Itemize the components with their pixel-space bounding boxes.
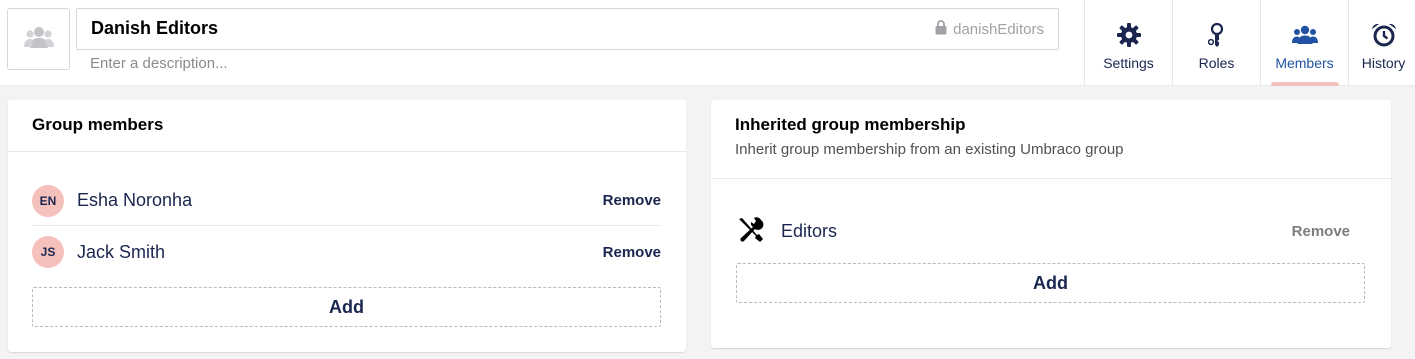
group-name-input[interactable]: Danish Editors danishEditors — [76, 8, 1059, 50]
remove-group-button[interactable]: Remove — [1292, 223, 1350, 240]
description-input[interactable]: Enter a description... — [90, 55, 228, 72]
tab-roles[interactable]: Roles — [1172, 0, 1260, 86]
alarm-clock-icon — [1371, 20, 1397, 50]
group-members-header: Group members — [8, 100, 686, 152]
gear-icon — [1116, 20, 1142, 50]
tab-history[interactable]: History — [1348, 0, 1415, 86]
users-icon — [1291, 20, 1318, 50]
member-name: Jack Smith — [77, 241, 166, 262]
remove-member-button[interactable]: Remove — [603, 244, 661, 261]
remove-member-button[interactable]: Remove — [603, 192, 661, 209]
group-members-title: Group members — [32, 115, 164, 134]
avatar: EN — [32, 184, 64, 217]
list-item: Editors Remove — [736, 215, 1350, 247]
group-avatar[interactable] — [7, 8, 70, 70]
inherited-membership-panel: Inherited group membership Inherit group… — [711, 100, 1391, 348]
member-name: Esha Noronha — [77, 190, 193, 210]
group-members-panel: Group members EN Esha Noronha Remove JS … — [8, 100, 686, 352]
tab-members-label: Members — [1275, 55, 1334, 71]
avatar: JS — [32, 236, 64, 268]
tab-settings[interactable]: Settings — [1084, 0, 1172, 86]
tools-icon — [736, 216, 764, 247]
list-item: EN Esha Noronha Remove — [32, 176, 661, 226]
list-item: JS Jack Smith Remove — [32, 227, 661, 277]
inherited-membership-subtitle: Inherit group membership from an existin… — [735, 141, 1124, 158]
editor-header: Danish Editors danishEditors Enter a des… — [0, 0, 1415, 86]
add-member-button[interactable]: Add — [32, 287, 661, 327]
tab-settings-label: Settings — [1103, 55, 1154, 71]
active-tab-indicator — [1271, 82, 1339, 86]
tab-members[interactable]: Members — [1260, 0, 1348, 86]
alias-field[interactable]: danishEditors — [935, 20, 1044, 39]
inherited-membership-header: Inherited group membership Inherit group… — [711, 100, 1391, 179]
tab-roles-label: Roles — [1198, 55, 1235, 71]
group-name: Danish Editors — [91, 18, 219, 38]
users-icon — [23, 26, 54, 53]
alias-text: danishEditors — [953, 21, 1044, 38]
add-group-button[interactable]: Add — [736, 263, 1365, 303]
inherited-group-name: Editors — [781, 220, 838, 241]
editor-tabs: Settings Roles Members History — [1084, 0, 1415, 86]
lock-icon[interactable] — [935, 20, 947, 39]
inherited-membership-title: Inherited group membership — [735, 115, 966, 134]
key-icon — [1207, 20, 1226, 50]
tab-history-label: History — [1361, 55, 1406, 71]
